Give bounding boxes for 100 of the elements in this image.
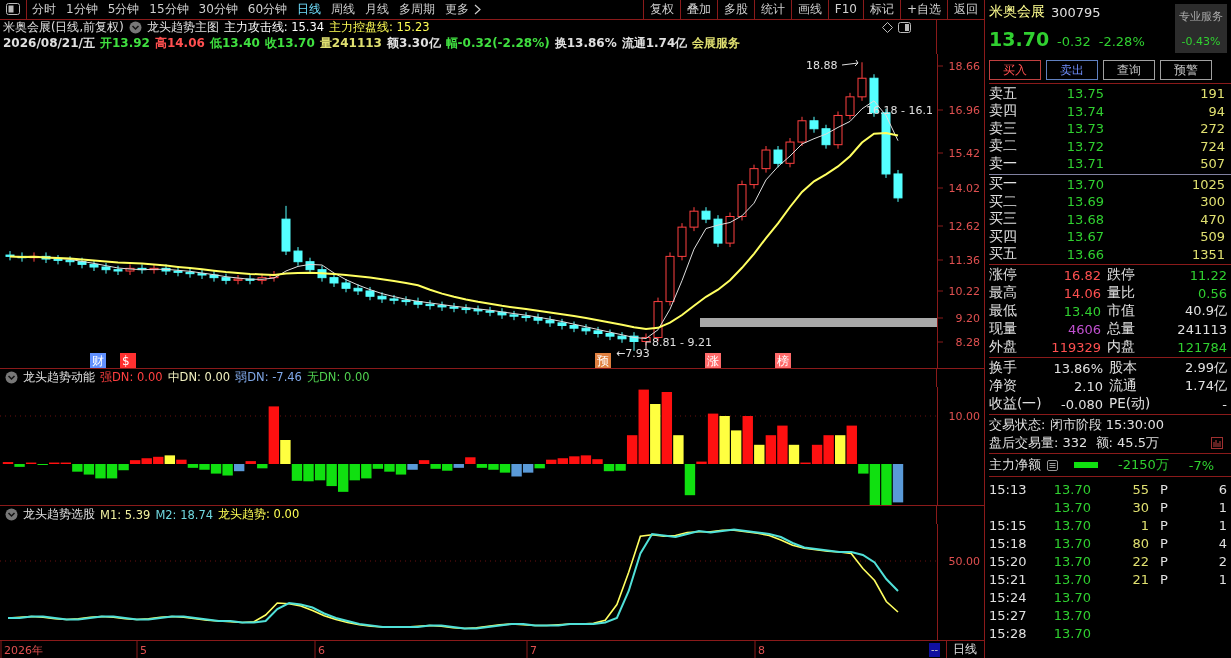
toolbar-button[interactable]: 画线 xyxy=(790,0,828,19)
quote-value: 幅-0.32(-2.28%) xyxy=(445,35,550,53)
more-button[interactable]: 更多 xyxy=(440,0,475,18)
tick-volume: 21 xyxy=(1131,571,1149,587)
period-tab[interactable]: 分时 xyxy=(27,0,61,18)
net-flow-bar xyxy=(1074,462,1098,468)
stat-value: 11.22 xyxy=(1188,267,1228,283)
stat-value: 121784 xyxy=(1176,339,1228,355)
quote-value: 换13.86% xyxy=(554,35,617,53)
toolbar-button[interactable]: 多股 xyxy=(716,0,754,19)
chart-title: 米奥会展(日线,前复权) xyxy=(3,20,124,36)
period-button[interactable]: 日线 xyxy=(946,641,984,658)
date-label: 6 xyxy=(318,644,325,657)
ask-volume: 724 xyxy=(1199,138,1226,154)
period-tab[interactable]: 15分钟 xyxy=(144,0,194,18)
stat-value: 1.74亿 xyxy=(1184,377,1228,395)
bid-price: 13.67 xyxy=(1065,229,1104,245)
stat-value: 16.82 xyxy=(1062,267,1102,283)
indicator-value: 无DN: 0.00 xyxy=(306,370,370,386)
trade-button[interactable]: 预警 xyxy=(1160,60,1212,80)
period-tab[interactable]: 月线 xyxy=(360,0,395,18)
period-tab[interactable]: 5分钟 xyxy=(102,0,145,18)
stat-value: 241113 xyxy=(1176,321,1228,337)
tick-price: 13.70 xyxy=(1052,589,1091,605)
ask-label: 卖一 xyxy=(989,154,1018,173)
trade-button[interactable]: 查询 xyxy=(1103,60,1155,80)
quote-value: 会展服务 xyxy=(692,35,741,53)
indicator-value: 中DN: 0.00 xyxy=(167,370,231,386)
list-icon[interactable] xyxy=(1047,459,1058,471)
toolbar-button[interactable]: 统计 xyxy=(753,0,791,19)
period-tab[interactable]: 30分钟 xyxy=(193,0,243,18)
chevron-icon[interactable] xyxy=(474,3,482,15)
bid-volume: 300 xyxy=(1199,194,1226,210)
bar-chart-icon[interactable] xyxy=(1211,437,1223,449)
service-panel[interactable]: 专业服务 -0.43% xyxy=(1175,4,1227,53)
toolbar-button[interactable]: F10 xyxy=(827,0,863,19)
toolbar-button[interactable]: 标记 xyxy=(862,0,900,19)
price-annotation: ←7.93 xyxy=(616,346,650,360)
collapse-icon[interactable] xyxy=(5,508,18,522)
tick-time: 15:20 xyxy=(989,553,1028,569)
panel-toggle-icon[interactable] xyxy=(898,22,911,34)
tick-price: 13.70 xyxy=(1052,607,1091,623)
stat-value: 0.56 xyxy=(1197,285,1228,301)
leader-line xyxy=(841,59,859,67)
leader-line xyxy=(645,341,652,351)
tick-volume: 30 xyxy=(1131,499,1149,515)
axis-label: 15.42 xyxy=(948,146,980,160)
stat-label: 市值 xyxy=(1107,302,1136,320)
toolbar-button[interactable]: 叠加 xyxy=(679,0,717,19)
toolbar-button[interactable]: +自选 xyxy=(899,0,947,19)
tick-count: 1 xyxy=(1217,517,1228,533)
tick-count: 6 xyxy=(1217,481,1228,497)
stat-label: 涨停 xyxy=(989,266,1018,284)
collapse-icon[interactable] xyxy=(5,371,18,385)
bid-label: 买二 xyxy=(989,192,1018,211)
axis-label: 11.36 xyxy=(948,253,980,267)
indicator-name: 龙头趋势选股 xyxy=(23,507,95,523)
ask-price: 13.73 xyxy=(1065,121,1104,137)
ask-price: 13.72 xyxy=(1065,138,1104,154)
date-label: 7 xyxy=(530,644,537,657)
diamond-icon[interactable] xyxy=(882,22,893,34)
panel-toggle-icon[interactable] xyxy=(6,3,20,16)
tick-count: 1 xyxy=(1217,571,1228,587)
ask-price: 13.71 xyxy=(1065,156,1104,172)
scroll-button[interactable]: -- xyxy=(929,642,941,657)
period-tab[interactable]: 1分钟 xyxy=(61,0,103,18)
tick-price: 13.70 xyxy=(1052,517,1091,533)
ask-price: 13.74 xyxy=(1065,103,1104,119)
period-tab[interactable]: 周线 xyxy=(326,0,361,18)
bid-price: 13.69 xyxy=(1065,194,1104,210)
toolbar-button[interactable]: 返回 xyxy=(947,0,984,19)
quote-value: 额3.30亿 xyxy=(386,35,441,53)
stock-code: 300795 xyxy=(1051,4,1101,20)
ask-label: 卖四 xyxy=(989,102,1018,121)
net-flow-value: -2150万 xyxy=(1118,456,1169,474)
trade-button[interactable]: 卖出 xyxy=(1046,60,1098,80)
tick-type-label: P xyxy=(1159,535,1169,551)
bid-volume: 1025 xyxy=(1190,176,1226,192)
tick-count: 1 xyxy=(1217,499,1228,515)
stat-label: 最高 xyxy=(989,284,1018,302)
tick-volume: 22 xyxy=(1131,553,1149,569)
ask-label: 卖三 xyxy=(989,119,1018,138)
bid-price: 13.70 xyxy=(1065,176,1104,192)
indicator-value: 主力控盘线: 15.23 xyxy=(329,20,430,36)
period-tab[interactable]: 日线 xyxy=(292,0,327,18)
axis-label: 16.96 xyxy=(948,103,980,117)
trade-button[interactable]: 买入 xyxy=(989,60,1041,80)
tick-type-label: P xyxy=(1159,481,1169,497)
stat-value: 4606 xyxy=(1066,321,1102,337)
date-label: 2026年 xyxy=(4,644,43,657)
stat-label: 内盘 xyxy=(1107,338,1136,356)
period-tab[interactable]: 多周期 xyxy=(394,0,441,18)
tick-count: 4 xyxy=(1217,535,1228,551)
toolbar-button[interactable]: 复权 xyxy=(642,0,680,19)
price-annotation: 8.81 - 9.21 xyxy=(652,335,712,349)
dropdown-icon[interactable] xyxy=(128,21,142,35)
indicator-value: 弱DN: -7.46 xyxy=(235,370,302,386)
period-tab[interactable]: 60分钟 xyxy=(242,0,293,18)
tick-time: 15:27 xyxy=(989,607,1028,623)
event-marker[interactable]: $ xyxy=(120,352,136,368)
